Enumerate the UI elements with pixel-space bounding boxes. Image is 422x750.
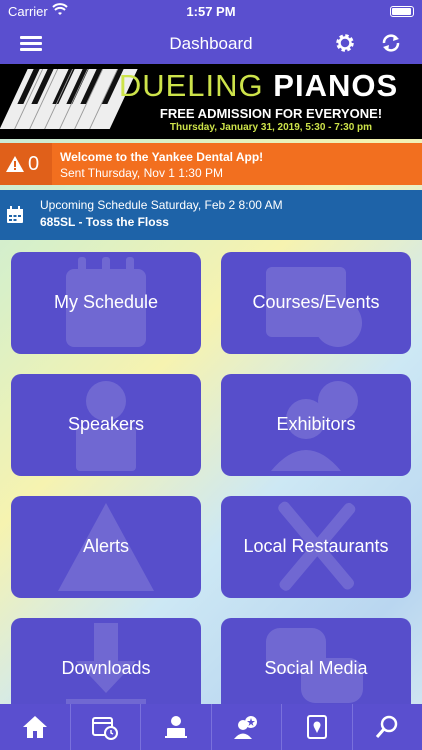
exhibitors-button[interactable]: Exhibitors <box>221 374 411 476</box>
exhibitor-icon <box>234 716 258 739</box>
alert-count-box: 0 <box>0 143 52 185</box>
tile-label: Courses/Events <box>252 292 380 312</box>
tab-speakers[interactable] <box>141 704 212 750</box>
courses-events-button[interactable]: Courses/Events <box>221 252 411 354</box>
page-title: Dashboard <box>169 34 253 53</box>
battery-icon <box>390 6 414 17</box>
tab-home[interactable] <box>0 704 71 750</box>
promo-banner[interactable]: DUELING PIANOS FREE ADMISSION FOR EVERYO… <box>0 64 422 139</box>
speaker-icon <box>164 716 187 738</box>
tile-label: Speakers <box>67 414 145 434</box>
status-bar: Carrier 1:57 PM <box>0 0 422 24</box>
gear-icon[interactable] <box>334 32 356 54</box>
upcoming-schedule-bar[interactable]: Upcoming Schedule Saturday, Feb 2 8:00 A… <box>0 190 422 240</box>
schedule-header: Upcoming Schedule Saturday, Feb 2 8:00 A… <box>40 198 283 212</box>
banner-date: Thursday, January 31, 2019, 5:30 - 7:30 … <box>169 122 373 133</box>
bottom-tab-bar <box>0 704 422 750</box>
status-time: 1:57 PM <box>186 4 236 19</box>
tile-label: Exhibitors <box>276 414 356 434</box>
tab-search[interactable] <box>353 704 422 750</box>
nav-bar: Dashboard <box>0 24 422 64</box>
banner-headline: DUELING PIANOS <box>118 68 399 103</box>
alerts-button[interactable]: Alerts <box>11 496 201 598</box>
tile-label: Alerts <box>82 536 129 556</box>
tab-courses-events[interactable] <box>71 704 141 750</box>
alert-sent-time: Sent Thursday, Nov 1 1:30 PM <box>60 166 223 180</box>
alert-count: 0 <box>28 153 40 175</box>
warning-icon <box>6 156 24 172</box>
tile-label: Downloads <box>61 658 151 678</box>
calendar-clock-icon <box>92 717 119 740</box>
alert-bar[interactable]: 0 Welcome to the Yankee Dental App! Sent… <box>0 143 422 185</box>
search-icon <box>376 715 398 738</box>
home-icon <box>22 716 47 738</box>
my-schedule-button[interactable]: My Schedule <box>11 252 201 354</box>
refresh-icon[interactable] <box>380 32 402 54</box>
tile-label: My Schedule <box>53 292 159 312</box>
tab-map[interactable] <box>282 704 353 750</box>
banner-subtitle: FREE ADMISSION FOR EVERYONE! <box>159 106 383 121</box>
local-restaurants-button[interactable]: Local Restaurants <box>221 496 411 598</box>
map-book-icon <box>306 715 327 739</box>
tile-label: Local Restaurants <box>243 536 389 556</box>
tab-exhibitors[interactable] <box>212 704 282 750</box>
alert-message: Welcome to the Yankee Dental App! <box>60 150 264 164</box>
speakers-button[interactable]: Speakers <box>11 374 201 476</box>
schedule-item: 685SL - Toss the Floss <box>40 215 169 229</box>
tile-label: Social Media <box>264 658 368 678</box>
calendar-icon <box>7 206 23 223</box>
